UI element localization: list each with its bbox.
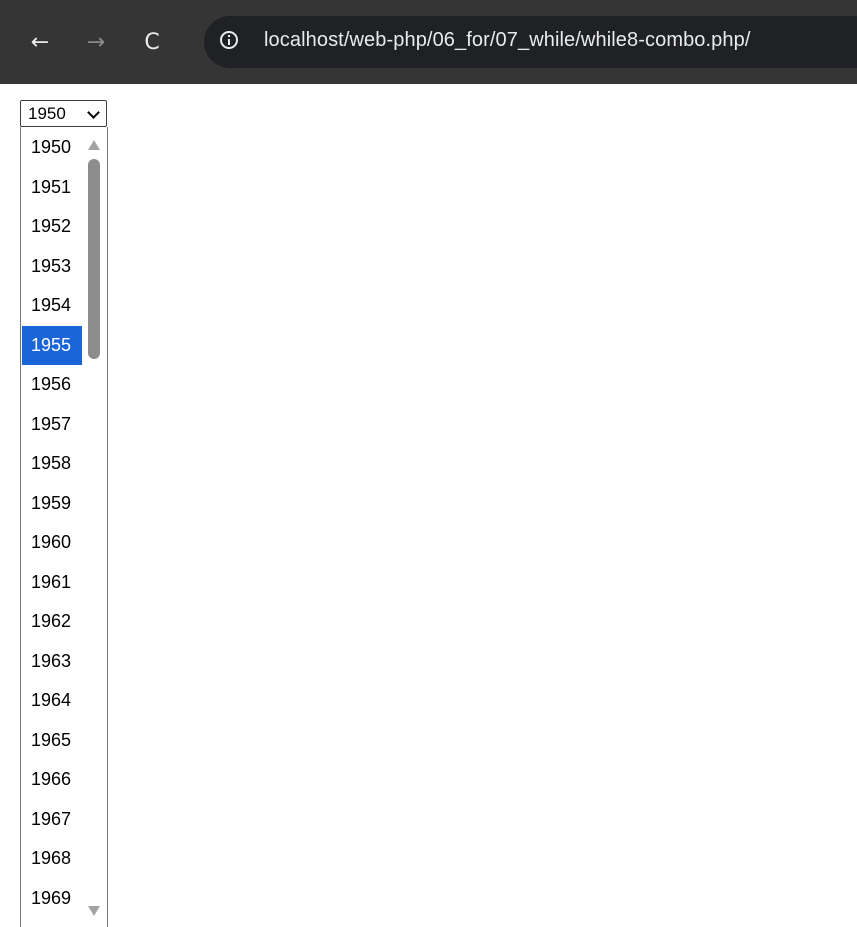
info-icon[interactable] [220,31,238,49]
year-option-1957[interactable]: 1957 [22,405,82,444]
year-option-1955[interactable]: 1955 [22,325,82,365]
year-option-1961[interactable]: 1961 [22,563,82,602]
chevron-down-icon [87,106,100,119]
year-option-1952[interactable]: 1952 [22,207,82,246]
year-dropdown-list[interactable]: 1950 1951 1952 1953 1954 1955 1956 1957 1958 1959… [20,127,108,927]
year-option-1958[interactable]: 1958 [22,444,82,483]
year-option-1960[interactable]: 1960 [22,523,82,562]
year-select[interactable]: 1950 [20,100,107,127]
reload-icon[interactable]: C [134,24,170,60]
year-option-1965[interactable]: 1965 [22,721,82,760]
scroll-up-arrow-icon[interactable] [88,140,100,150]
year-option-1951[interactable]: 1951 [22,168,82,207]
browser-toolbar: ← → C localhost/web-php/06_for/07_while/… [0,0,857,84]
year-option-1969[interactable]: 1969 [22,879,82,918]
selected-year-value: 1950 [28,103,66,123]
forward-arrow-icon[interactable]: → [78,24,114,60]
back-arrow-icon[interactable]: ← [22,24,58,60]
year-option-1963[interactable]: 1963 [22,642,82,681]
year-option-1954[interactable]: 1954 [22,286,82,325]
year-option-1964[interactable]: 1964 [22,681,82,720]
scroll-thumb[interactable] [88,159,100,359]
year-option-1962[interactable]: 1962 [22,602,82,641]
dropdown-scrollbar[interactable] [84,127,106,927]
year-option-1950[interactable]: 1950 [22,128,82,167]
year-option-1967[interactable]: 1967 [22,800,82,839]
scroll-down-arrow-icon[interactable] [88,906,100,916]
year-option-1956[interactable]: 1956 [22,365,82,404]
address-bar[interactable]: localhost/web-php/06_for/07_while/while8… [204,16,857,68]
year-option-1959[interactable]: 1959 [22,484,82,523]
year-option-1968[interactable]: 1968 [22,839,82,878]
address-text[interactable]: localhost/web-php/06_for/07_while/while8… [264,29,751,52]
year-option-1953[interactable]: 1953 [22,247,82,286]
year-option-1966[interactable]: 1966 [22,760,82,799]
